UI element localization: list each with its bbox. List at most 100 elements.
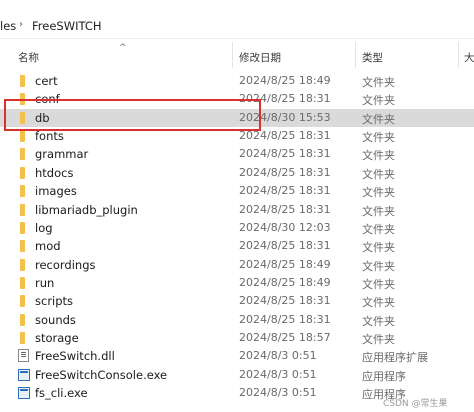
file-name: log [35, 220, 53, 235]
file-date: 2024/8/25 18:31 [239, 92, 331, 106]
file-type: 文件夹 [362, 112, 395, 126]
file-type: 文件夹 [362, 204, 395, 218]
file-row[interactable]: FreeSwitchConsole.exe 2024/8/3 0:51 应用程序 [0, 366, 474, 384]
file-row[interactable]: log 2024/8/30 12:03 文件夹 [0, 219, 474, 237]
file-row[interactable]: htdocs 2024/8/25 18:31 文件夹 [0, 164, 474, 182]
folder-icon [20, 111, 25, 124]
folder-icon [20, 331, 25, 344]
file-row[interactable]: cert 2024/8/25 18:49 文件夹 [0, 72, 474, 90]
file-name: cert [35, 74, 58, 88]
sort-ascending-icon: ^ [119, 43, 127, 53]
watermark: CSDN @常生果 [383, 399, 448, 409]
file-name: htdocs [35, 165, 74, 180]
file-row[interactable]: run 2024/8/25 18:49 文件夹 [0, 274, 474, 292]
file-row[interactable]: libmariadb_plugin 2024/8/25 18:31 文件夹 [0, 201, 474, 219]
file-row[interactable]: fonts 2024/8/25 18:31 文件夹 [0, 127, 474, 145]
file-type: 文件夹 [362, 222, 395, 236]
file-name: grammar [35, 147, 89, 162]
exe-file-icon [18, 387, 30, 399]
file-date: 2024/8/25 18:31 [239, 184, 331, 198]
file-name: storage [35, 330, 79, 345]
file-type: 文件夹 [362, 94, 395, 108]
file-type: 文件夹 [362, 296, 395, 310]
breadcrumb-separator-icon: › [19, 19, 23, 30]
file-type: 文件夹 [362, 186, 395, 200]
folder-icon [20, 221, 25, 234]
file-row[interactable]: grammar 2024/8/25 18:31 文件夹 [0, 145, 474, 163]
file-name: libmariadb_plugin [35, 202, 138, 217]
file-name: mod [35, 239, 61, 254]
folder-icon [20, 75, 25, 87]
file-name: scripts [35, 294, 74, 309]
column-header: ^ 名称 修改日期 类型 大 [0, 42, 474, 68]
folder-icon [20, 203, 25, 216]
file-date: 2024/8/25 18:31 [239, 129, 331, 143]
file-date: 2024/8/3 0:51 [239, 386, 317, 399]
file-date: 2024/8/25 18:49 [239, 257, 331, 271]
file-row[interactable]: storage 2024/8/25 18:57 文件夹 [0, 329, 474, 347]
folder-icon [20, 148, 25, 161]
file-type: 文件夹 [362, 149, 395, 163]
folder-icon [20, 130, 25, 143]
column-divider[interactable] [355, 42, 356, 68]
file-date: 2024/8/25 18:31 [239, 294, 331, 308]
column-divider[interactable] [458, 42, 459, 68]
file-row[interactable]: images 2024/8/25 18:31 文件夹 [0, 182, 474, 200]
folder-icon [20, 313, 25, 326]
file-date: 2024/8/25 18:31 [239, 312, 331, 326]
column-name[interactable]: 名称 [18, 50, 39, 65]
file-date: 2024/8/3 0:51 [239, 367, 317, 381]
file-name: fonts [35, 129, 64, 144]
file-row[interactable]: conf 2024/8/25 18:31 文件夹 [0, 90, 474, 108]
file-name: recordings [35, 257, 96, 272]
file-date: 2024/8/30 12:03 [239, 220, 331, 234]
file-row[interactable]: scripts 2024/8/25 18:31 文件夹 [0, 292, 474, 310]
file-type: 应用程序 [362, 369, 406, 383]
dll-file-icon [18, 349, 29, 363]
file-name: conf [35, 92, 60, 107]
file-name: db [35, 110, 50, 125]
folder-icon [20, 185, 25, 198]
file-date: 2024/8/25 18:31 [239, 165, 331, 179]
file-name: images [35, 184, 77, 199]
folder-icon [20, 258, 25, 271]
file-date: 2024/8/25 18:31 [239, 147, 331, 161]
file-type: 文件夹 [362, 277, 395, 291]
column-type[interactable]: 类型 [362, 50, 383, 65]
column-date[interactable]: 修改日期 [239, 50, 281, 65]
file-type: 文件夹 [362, 314, 395, 328]
file-type: 文件夹 [362, 332, 395, 346]
file-date: 2024/8/25 18:31 [239, 202, 331, 216]
breadcrumb-parent[interactable]: les [0, 19, 16, 33]
file-name: fs_cli.exe [35, 386, 88, 400]
file-type: 文件夹 [362, 241, 395, 255]
file-date: 2024/8/25 18:49 [239, 74, 331, 87]
exe-file-icon [18, 368, 30, 381]
column-divider[interactable] [232, 42, 233, 68]
folder-icon [20, 166, 25, 179]
file-row[interactable]: mod 2024/8/25 18:31 文件夹 [0, 237, 474, 255]
file-type: 应用程序扩展 [362, 351, 428, 365]
file-type: 文件夹 [362, 76, 395, 89]
file-name: FreeSwitch.dll [35, 349, 115, 364]
file-row[interactable]: recordings 2024/8/25 18:49 文件夹 [0, 256, 474, 274]
file-date: 2024/8/25 18:57 [239, 330, 331, 344]
file-type: 文件夹 [362, 259, 395, 273]
folder-icon [20, 240, 25, 253]
file-type: 文件夹 [362, 167, 395, 181]
file-row-selected[interactable]: db 2024/8/30 15:53 文件夹 [0, 108, 474, 127]
file-row[interactable]: FreeSwitch.dll 2024/8/3 0:51 应用程序扩展 [0, 347, 474, 365]
folder-icon [20, 295, 25, 308]
file-date: 2024/8/3 0:51 [239, 349, 317, 363]
file-row[interactable]: sounds 2024/8/25 18:31 文件夹 [0, 311, 474, 329]
file-name: sounds [35, 312, 76, 327]
file-date: 2024/8/30 15:53 [239, 110, 331, 124]
folder-icon [20, 276, 25, 289]
address-bar[interactable]: les › FreeSWITCH [0, 13, 474, 39]
column-size[interactable]: 大 [464, 50, 474, 65]
file-name: run [35, 275, 55, 290]
file-type: 文件夹 [362, 131, 395, 145]
file-name: FreeSwitchConsole.exe [35, 367, 168, 382]
breadcrumb-current[interactable]: FreeSWITCH [32, 19, 102, 33]
file-date: 2024/8/25 18:31 [239, 239, 331, 253]
